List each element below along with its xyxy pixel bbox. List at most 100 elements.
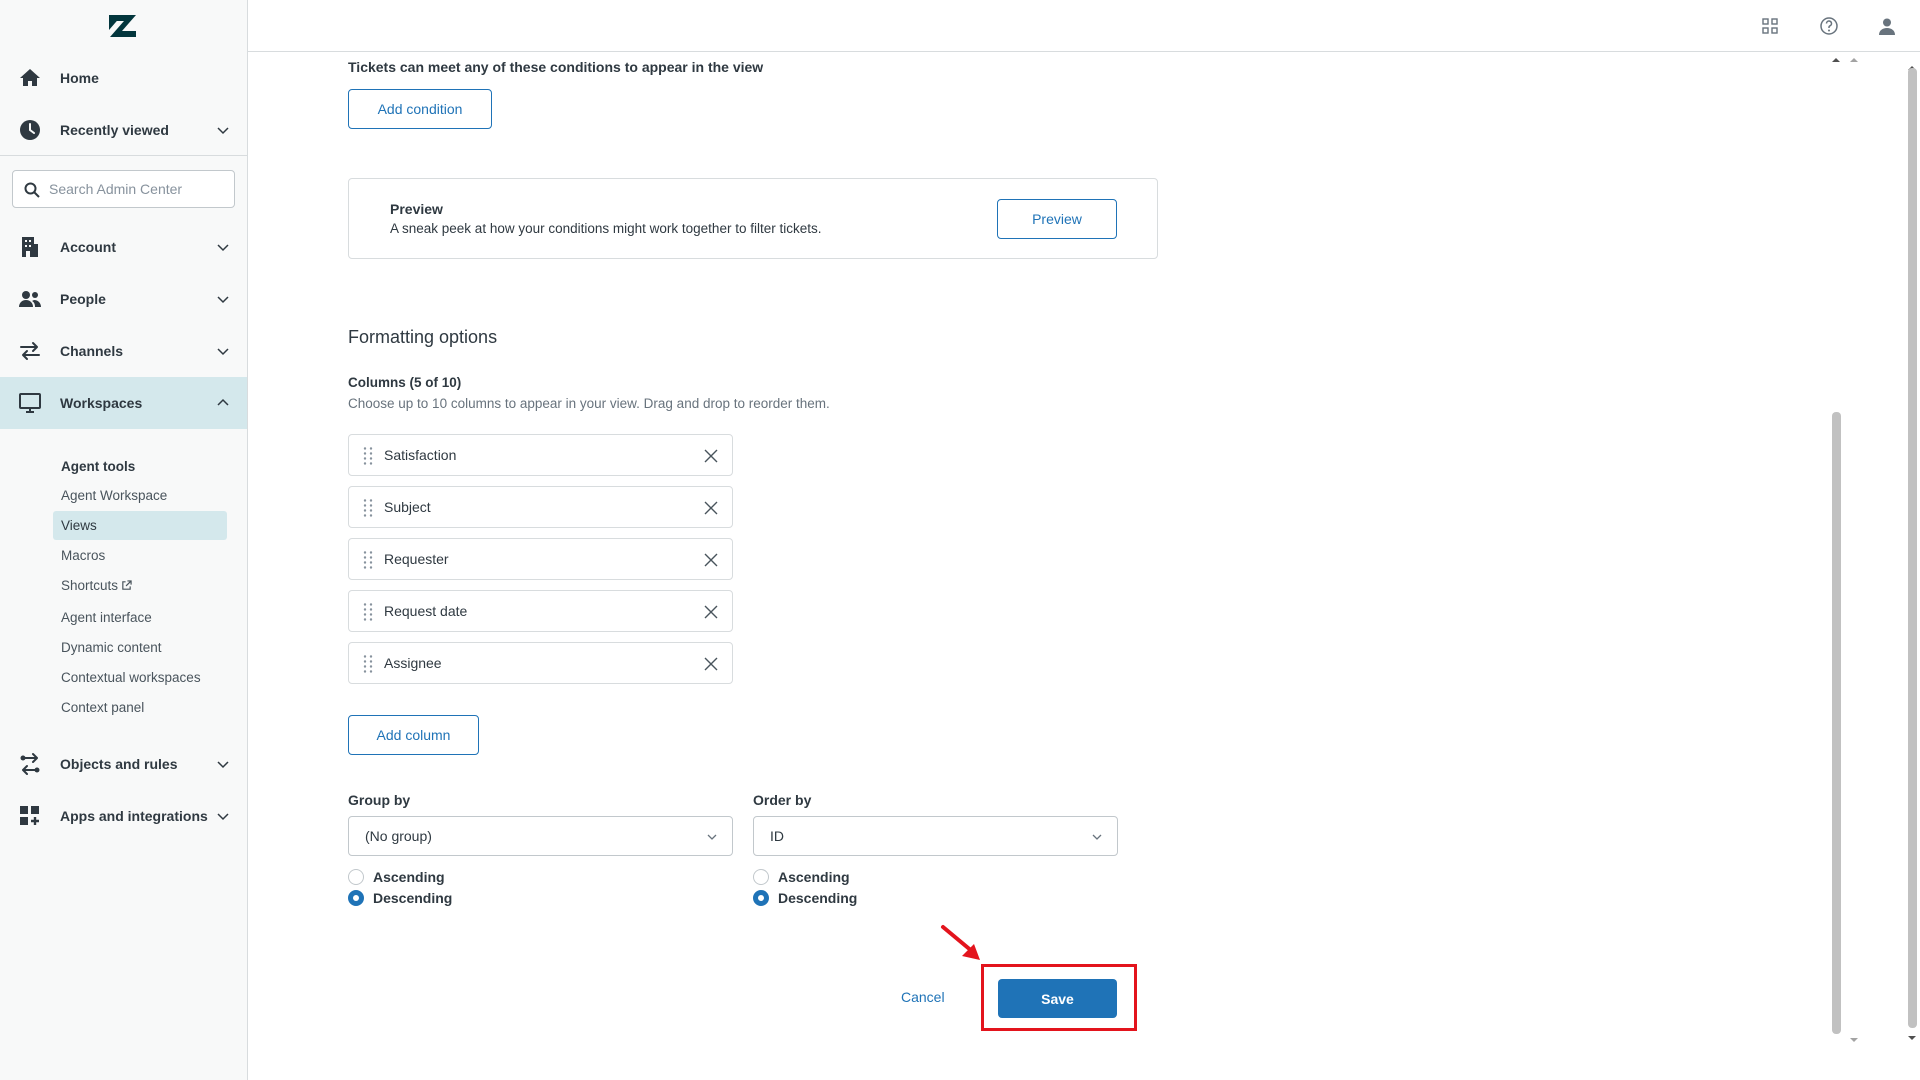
columns-hint: Choose up to 10 columns to appear in you… — [348, 396, 830, 411]
chevron-up-icon — [217, 398, 229, 406]
nav-label: Recently viewed — [60, 122, 169, 138]
search-admin-center[interactable] — [12, 170, 235, 208]
formatting-options-title: Formatting options — [348, 327, 498, 347]
sidebar-item-context-panel[interactable]: Context panel — [53, 693, 227, 722]
sidebar-item-contextual-workspaces[interactable]: Contextual workspaces — [53, 663, 227, 692]
chevron-down-icon — [217, 296, 229, 304]
apps-icon — [20, 806, 39, 825]
add-condition-button[interactable]: Add condition — [348, 89, 492, 129]
radio-label: Ascending — [373, 869, 445, 885]
add-column-button[interactable]: Add column — [348, 715, 479, 755]
column-item[interactable]: Request date — [348, 590, 733, 632]
drag-handle-icon[interactable] — [363, 551, 373, 569]
chevron-down-icon — [217, 244, 229, 252]
objects-rules-icon — [20, 753, 40, 775]
chevron-down-icon — [1092, 834, 1102, 840]
radio-label: Ascending — [778, 869, 850, 885]
sidebar-item-views[interactable]: Views — [53, 511, 227, 540]
arrows-icon — [20, 342, 40, 360]
order-by-select[interactable]: ID — [753, 816, 1118, 856]
order-by-descending[interactable]: Descending — [753, 888, 857, 908]
nav-label: Account — [60, 239, 116, 255]
nav-label: Apps and integrations — [60, 808, 208, 824]
remove-column-icon[interactable] — [703, 448, 719, 464]
chevron-down-icon — [217, 127, 229, 135]
scroll-up-arrow-icon[interactable] — [1850, 56, 1858, 64]
preview-button[interactable]: Preview — [997, 199, 1117, 239]
scroll-up-arrow-icon[interactable] — [1832, 56, 1840, 64]
top-header — [248, 0, 1920, 52]
nav-item-channels[interactable]: Channels — [0, 325, 247, 377]
radio-button[interactable] — [753, 890, 769, 906]
order-by-value: ID — [770, 828, 784, 844]
search-input[interactable] — [49, 179, 229, 199]
remove-column-icon[interactable] — [703, 604, 719, 620]
sidebar-item-agent-interface[interactable]: Agent interface — [53, 603, 227, 632]
inner-scrollbar-secondary[interactable] — [1848, 52, 1860, 1046]
remove-column-icon[interactable] — [703, 656, 719, 672]
column-label: Assignee — [384, 655, 442, 671]
remove-column-icon[interactable] — [703, 500, 719, 516]
product-tray-icon[interactable] — [1760, 16, 1780, 36]
nav-item-objects-and-rules[interactable]: Objects and rules — [0, 738, 247, 790]
column-item[interactable]: Satisfaction — [348, 434, 733, 476]
sidebar: Home Recently viewed Account People Chan… — [0, 0, 248, 1080]
sidebar-item-agent-workspace[interactable]: Agent Workspace — [53, 481, 227, 510]
preview-card: Preview A sneak peek at how your conditi… — [348, 178, 1158, 259]
page-scrollbar[interactable] — [1906, 52, 1918, 1048]
order-by-label: Order by — [753, 792, 812, 808]
order-by-ascending[interactable]: Ascending — [753, 867, 850, 887]
inner-scrollbar[interactable] — [1830, 52, 1842, 1046]
chevron-down-icon — [217, 348, 229, 356]
radio-button[interactable] — [753, 869, 769, 885]
columns-label: Columns (5 of 10) — [348, 375, 462, 390]
group-by-ascending[interactable]: Ascending — [348, 867, 445, 887]
column-item[interactable]: Assignee — [348, 642, 733, 684]
nav-item-account[interactable]: Account — [0, 221, 247, 273]
save-button[interactable]: Save — [998, 979, 1117, 1018]
zendesk-logo[interactable] — [108, 14, 138, 38]
nav-label: Home — [60, 70, 99, 86]
main-content: Tickets can meet any of these conditions… — [248, 52, 1828, 1080]
preview-title: Preview — [390, 201, 443, 217]
radio-button[interactable] — [348, 890, 364, 906]
scroll-down-arrow-icon[interactable] — [1908, 1034, 1916, 1042]
monitor-icon — [19, 393, 41, 413]
drag-handle-icon[interactable] — [363, 499, 373, 517]
column-item[interactable]: Subject — [348, 486, 733, 528]
nav-label: Channels — [60, 343, 124, 359]
sidebar-item-macros[interactable]: Macros — [53, 541, 227, 570]
sidebar-item-shortcuts[interactable]: Shortcuts — [53, 571, 227, 600]
home-icon — [20, 69, 40, 86]
scrollbar-thumb[interactable] — [1908, 68, 1917, 1028]
remove-column-icon[interactable] — [703, 552, 719, 568]
user-icon[interactable] — [1877, 16, 1897, 36]
group-by-label: Group by — [348, 792, 411, 808]
nav-item-workspaces[interactable]: Workspaces — [0, 377, 247, 429]
cancel-button[interactable]: Cancel — [901, 989, 945, 1005]
help-icon[interactable] — [1819, 16, 1839, 36]
drag-handle-icon[interactable] — [363, 603, 373, 621]
clock-icon — [20, 120, 40, 140]
scrollbar-thumb[interactable] — [1832, 412, 1841, 1034]
people-icon — [19, 291, 41, 307]
nav-item-home[interactable]: Home — [0, 52, 247, 104]
radio-button[interactable] — [348, 869, 364, 885]
annotation-arrow-icon — [941, 925, 980, 960]
column-item[interactable]: Requester — [348, 538, 733, 580]
column-label: Satisfaction — [384, 447, 457, 463]
conditions-heading: Tickets can meet any of these conditions… — [348, 59, 764, 75]
drag-handle-icon[interactable] — [363, 655, 373, 673]
nav-divider — [0, 155, 247, 156]
nav-item-recently-viewed[interactable]: Recently viewed — [0, 104, 247, 156]
group-by-select[interactable]: (No group) — [348, 816, 733, 856]
column-label: Subject — [384, 499, 431, 515]
scroll-down-arrow-icon[interactable] — [1850, 1036, 1858, 1044]
drag-handle-icon[interactable] — [363, 447, 373, 465]
nav-item-apps-and-integrations[interactable]: Apps and integrations — [0, 790, 247, 842]
sidebar-item-dynamic-content[interactable]: Dynamic content — [53, 633, 227, 662]
search-icon — [24, 182, 40, 198]
sidebar-item-label: Shortcuts — [61, 578, 119, 593]
group-by-descending[interactable]: Descending — [348, 888, 452, 908]
nav-item-people[interactable]: People — [0, 273, 247, 325]
